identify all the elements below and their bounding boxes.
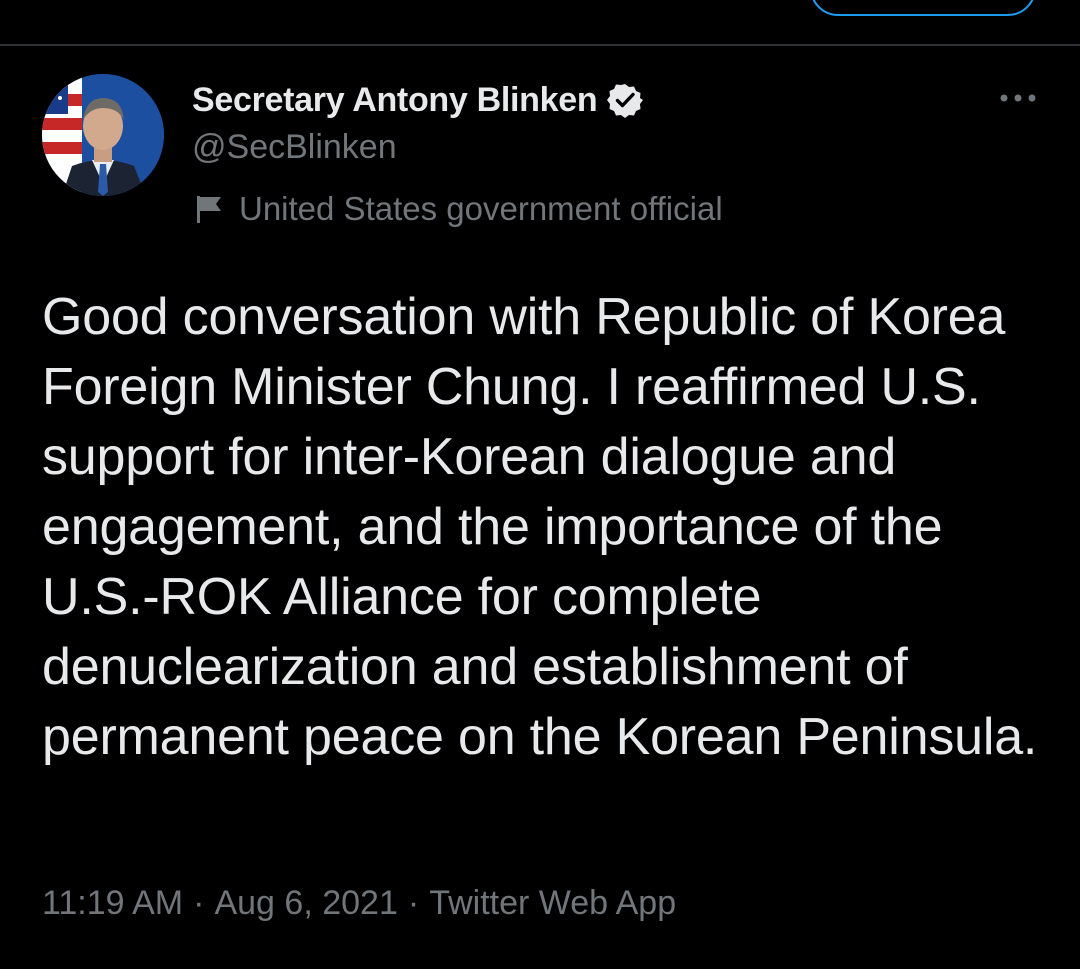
avatar-image: [42, 74, 164, 196]
government-label-text: United States government official: [239, 190, 723, 227]
author-name-row[interactable]: Secretary Antony Blinken: [192, 78, 644, 122]
flag-icon: [195, 194, 223, 224]
verified-badge-icon: [607, 82, 644, 118]
meta-separator: ·: [407, 884, 420, 922]
tweet-time[interactable]: 11:19 AM: [42, 884, 183, 923]
tweet-metadata: 11:19 AM · Aug 6, 2021 · Twitter Web App: [42, 884, 676, 923]
tweet-source[interactable]: Twitter Web App: [429, 884, 676, 923]
author-handle[interactable]: @SecBlinken: [192, 128, 397, 167]
tweet-text: Good conversation with Republic of Korea…: [42, 288, 1038, 766]
tweet-detail-view: Secretary Antony Blinken @SecBlinken Uni…: [0, 0, 1080, 969]
divider: [0, 44, 1080, 46]
avatar[interactable]: [42, 74, 164, 196]
tweet-date[interactable]: Aug 6, 2021: [214, 884, 397, 923]
more-options-icon[interactable]: [998, 86, 1038, 110]
author-name[interactable]: Secretary Antony Blinken: [192, 81, 598, 120]
government-label[interactable]: United States government official: [195, 188, 723, 230]
meta-separator: ·: [193, 884, 205, 922]
follow-button[interactable]: [810, 0, 1036, 16]
